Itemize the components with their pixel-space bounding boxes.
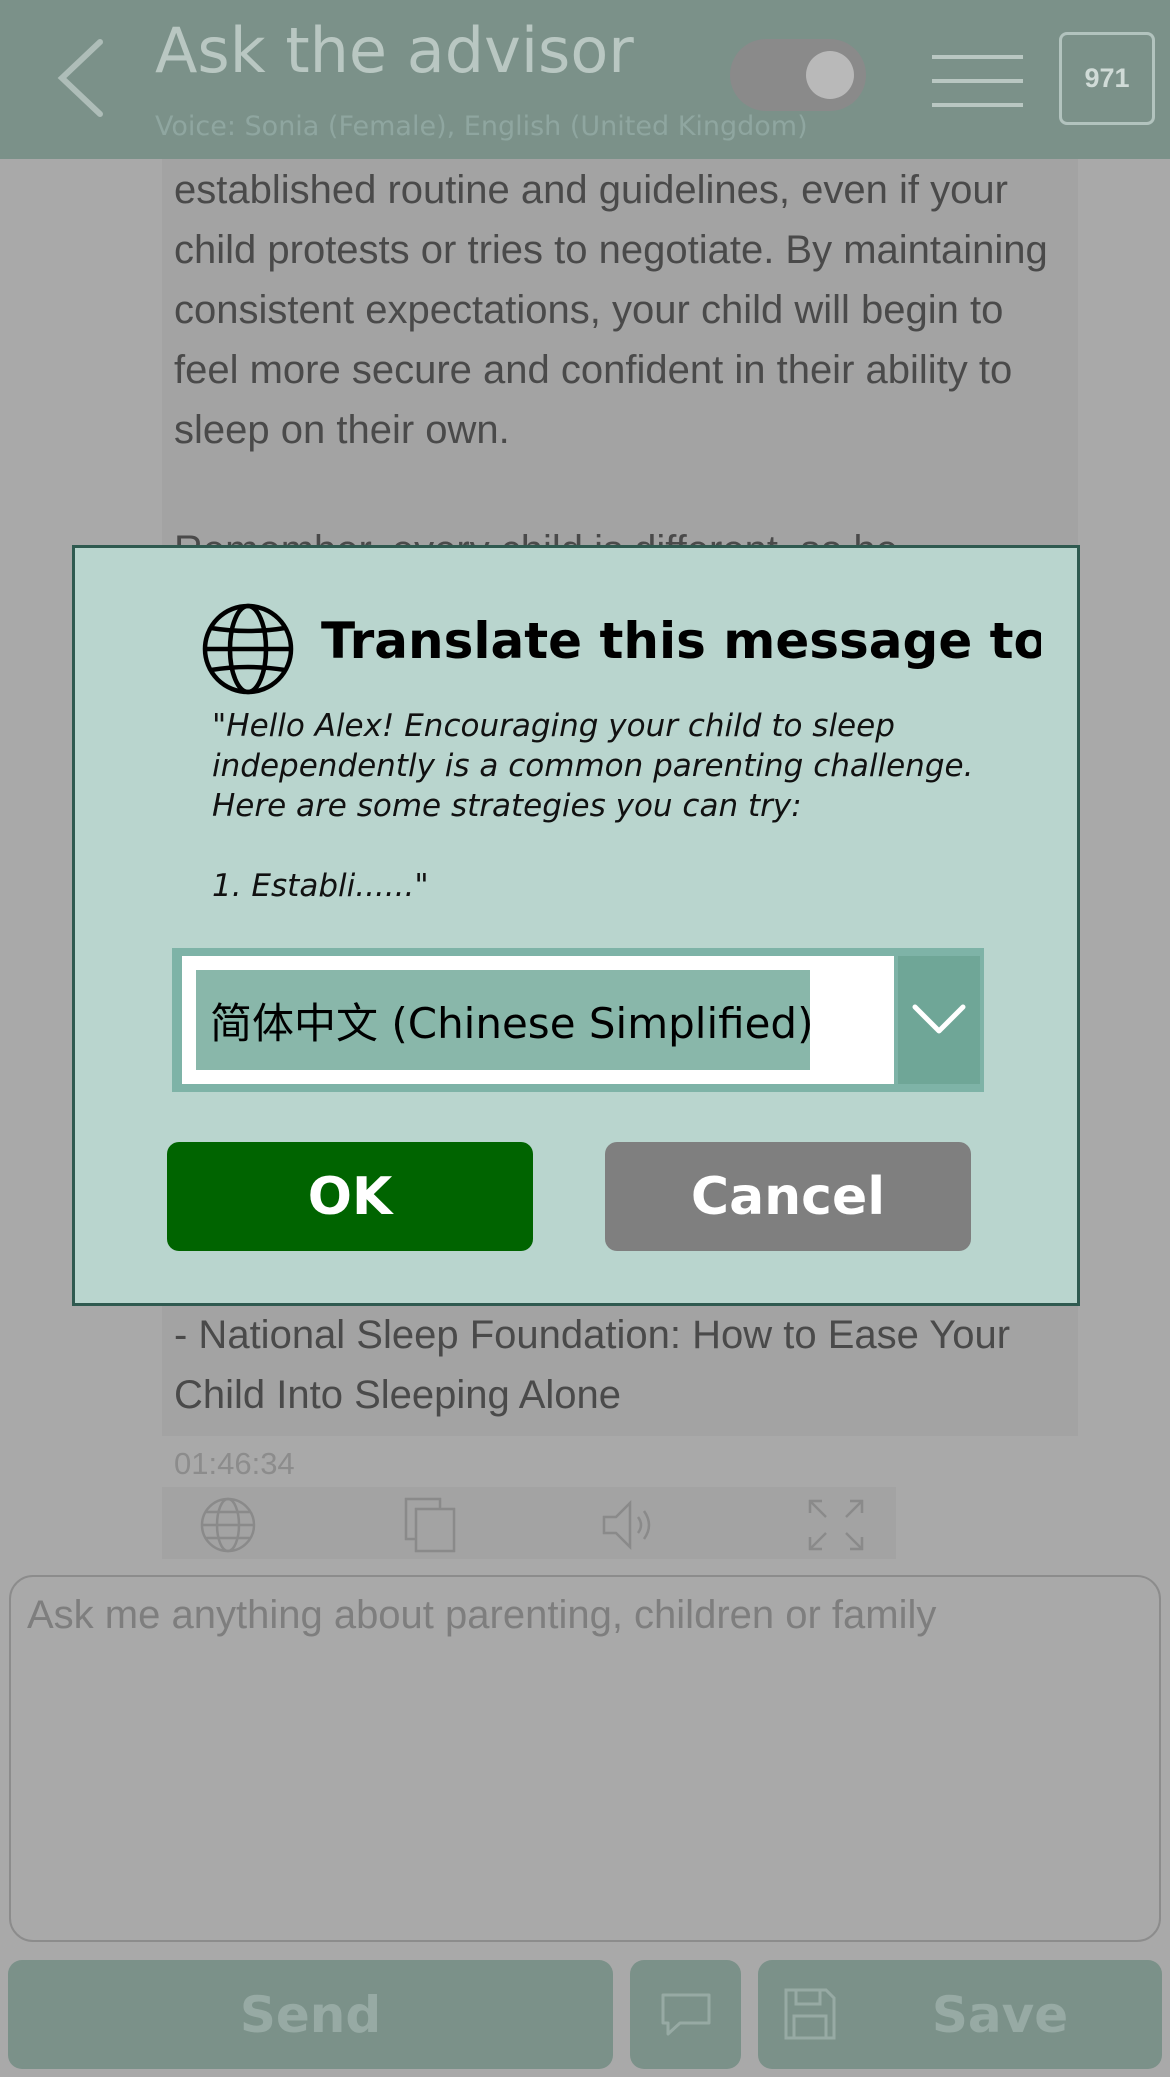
cancel-button[interactable]: Cancel — [605, 1142, 971, 1251]
language-select-field[interactable]: 简体中文 (Chinese Simplified) — [182, 956, 894, 1084]
globe-icon — [202, 603, 294, 695]
selected-language: 简体中文 (Chinese Simplified) — [196, 970, 813, 1070]
dialog-title: Translate this message to — [321, 612, 1041, 670]
translate-dialog: Translate this message to "Hello Alex! E… — [72, 545, 1080, 1306]
ok-button[interactable]: OK — [167, 1142, 533, 1251]
message-excerpt: "Hello Alex! Encouraging your child to s… — [212, 708, 974, 904]
chevron-down-icon — [912, 1004, 966, 1034]
language-select[interactable]: 简体中文 (Chinese Simplified) — [172, 948, 984, 1092]
language-dropdown-button[interactable] — [898, 956, 980, 1084]
dialog-title-container: Translate this message to — [321, 608, 1041, 692]
